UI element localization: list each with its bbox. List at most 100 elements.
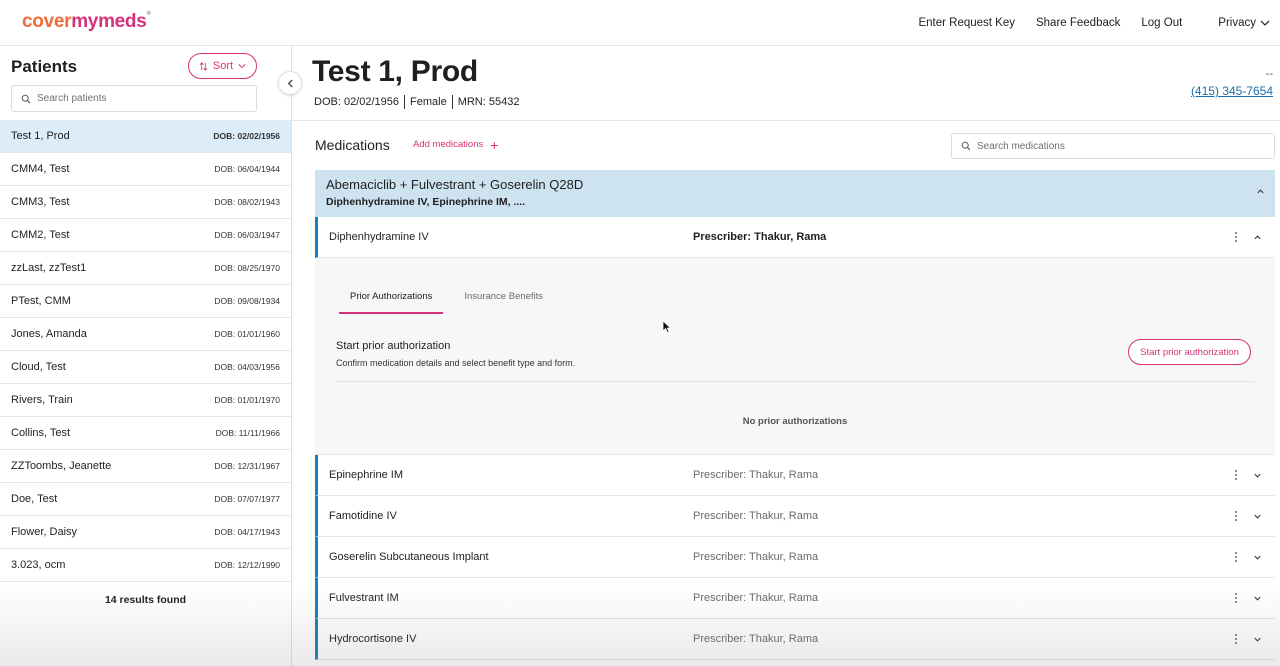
- kebab-icon[interactable]: [1230, 509, 1242, 523]
- medication-search-input[interactable]: [977, 140, 1257, 152]
- chevron-up-icon[interactable]: [1256, 187, 1265, 196]
- medication-row[interactable]: Epinephrine IM Prescriber: Thakur, Rama: [315, 455, 1275, 496]
- patient-list: Test 1, Prod DOB: 02/02/1956 CMM4, Test DO…: [0, 120, 291, 582]
- patient-name: Flower, Daisy: [11, 526, 78, 538]
- log-out-link[interactable]: Log Out: [1141, 17, 1182, 29]
- patient-name: 3.023, ocm: [11, 559, 66, 571]
- medication-row[interactable]: Hydrocortisone IV Prescriber: Thakur, Ra…: [315, 619, 1275, 660]
- patient-row[interactable]: CMM2, Test DOB: 06/03/1947: [0, 219, 291, 252]
- medication-name: Goserelin Subcutaneous Implant: [329, 551, 489, 563]
- medication-row[interactable]: Fulvestrant IM Prescriber: Thakur, Rama: [315, 578, 1275, 619]
- start-pa-title: Start prior authorization: [336, 340, 451, 352]
- chevron-left-icon: [287, 78, 293, 88]
- patient-row-selected[interactable]: Test 1, Prod DOB: 02/02/1956: [0, 120, 291, 153]
- collapse-sidebar-button[interactable]: [278, 71, 302, 95]
- privacy-menu[interactable]: Privacy: [1218, 17, 1270, 29]
- chevron-down-icon[interactable]: [1253, 553, 1262, 562]
- patient-dob: DOB: 02/02/1956: [213, 131, 280, 141]
- patient-search-box: [11, 85, 257, 112]
- patients-sidebar: Patients Sort Test 1, Prod DOB: 02/02/195…: [0, 46, 292, 666]
- patient-row[interactable]: Collins, Test DOB: 11/11/1966: [0, 417, 291, 450]
- chevron-down-icon: [238, 64, 246, 69]
- patient-row[interactable]: Cloud, Test DOB: 04/03/1956: [0, 351, 291, 384]
- patient-dob: DOB: 04/17/1943: [214, 527, 280, 537]
- patient-name: Collins, Test: [11, 427, 71, 439]
- sort-icon: [199, 61, 208, 71]
- start-prior-authorization-button[interactable]: Start prior authorization: [1128, 339, 1251, 365]
- cursor-icon: [662, 320, 672, 339]
- patient-row[interactable]: Rivers, Train DOB: 01/01/1970: [0, 384, 291, 417]
- kebab-icon[interactable]: [1230, 591, 1242, 605]
- patient-search-input[interactable]: [37, 93, 237, 104]
- patient-name: Rivers, Train: [11, 394, 73, 406]
- patient-row[interactable]: ZZToombs, Jeanette DOB: 12/31/1967: [0, 450, 291, 483]
- patient-row[interactable]: 3.023, ocm DOB: 12/12/1990: [0, 549, 291, 582]
- chevron-down-icon[interactable]: [1253, 594, 1262, 603]
- medication-prescriber: Prescriber: Thakur, Rama: [693, 231, 827, 243]
- medication-name: Epinephrine IM: [329, 469, 403, 481]
- patient-name: ZZToombs, Jeanette: [11, 460, 112, 472]
- chevron-up-icon[interactable]: [1253, 233, 1262, 242]
- medication-details-panel: Prior Authorizations Insurance Benefits …: [315, 258, 1275, 455]
- regimen-subtitle: Diphenhydramine IV, Epinephrine IM, ....: [326, 196, 526, 208]
- chevron-down-icon[interactable]: [1253, 512, 1262, 521]
- top-bar: covermymeds® Enter Request Key Share Fee…: [0, 0, 1280, 46]
- tab-insurance-benefits[interactable]: Insurance Benefits: [453, 291, 554, 314]
- kebab-icon[interactable]: [1230, 468, 1242, 482]
- patient-dob: DOB: 01/01/1970: [214, 395, 280, 405]
- medication-row-open[interactable]: Diphenhydramine IV Prescriber: Thakur, R…: [315, 217, 1275, 258]
- patient-name: Jones, Amanda: [11, 328, 87, 340]
- sort-label: Sort: [212, 60, 234, 72]
- kebab-icon[interactable]: [1230, 632, 1242, 646]
- medication-row[interactable]: Famotidine IV Prescriber: Thakur, Rama: [315, 496, 1275, 537]
- kebab-icon[interactable]: [1230, 550, 1242, 564]
- patient-row[interactable]: zzLast, zzTest1 DOB: 08/25/1970: [0, 252, 291, 285]
- enter-request-key-link[interactable]: Enter Request Key: [918, 17, 1015, 29]
- patient-dob: DOB: 01/01/1960: [214, 329, 280, 339]
- medication-search-box: [951, 133, 1275, 159]
- patient-row[interactable]: Doe, Test DOB: 07/07/1977: [0, 483, 291, 516]
- medication-prescriber: Prescriber: Thakur, Rama: [693, 510, 819, 522]
- results-count: 14 results found: [104, 594, 187, 606]
- patient-row[interactable]: Flower, Daisy DOB: 04/17/1943: [0, 516, 291, 549]
- patient-row[interactable]: Jones, Amanda DOB: 01/01/1960: [0, 318, 291, 351]
- patient-dob: DOB: 08/25/1970: [214, 263, 280, 273]
- regimen-header[interactable]: Abemaciclib + Fulvestrant + Goserelin Q2…: [315, 170, 1275, 217]
- patient-phone-link[interactable]: (415) 345-7654: [1191, 84, 1273, 98]
- patient-row[interactable]: CMM3, Test DOB: 08/02/1943: [0, 186, 291, 219]
- medication-name: Hydrocortisone IV: [329, 633, 417, 645]
- patient-name: PTest, CMM: [11, 295, 71, 307]
- patient-dob: DOB: 04/03/1956: [214, 362, 280, 372]
- patient-dob: DOB: 07/07/1977: [214, 494, 280, 504]
- patient-dob: DOB: 08/02/1943: [214, 197, 280, 207]
- start-pa-subtitle: Confirm medication details and select be…: [336, 358, 576, 368]
- patient-dob: DOB: 11/11/1966: [215, 428, 280, 438]
- share-feedback-link[interactable]: Share Feedback: [1036, 17, 1120, 29]
- medication-name: Famotidine IV: [329, 510, 397, 522]
- kebab-icon[interactable]: [1230, 230, 1242, 244]
- medication-prescriber: Prescriber: Thakur, Rama: [693, 592, 819, 604]
- search-icon: [21, 94, 31, 104]
- covermymeds-logo[interactable]: covermymeds®: [22, 11, 151, 33]
- patient-sex: Female: [410, 96, 447, 108]
- patients-title: Patients: [11, 57, 78, 76]
- patient-dob: DOB: 12/31/1967: [214, 461, 280, 471]
- sort-button[interactable]: Sort: [188, 53, 257, 79]
- chevron-down-icon[interactable]: [1253, 635, 1262, 644]
- tab-prior-authorizations[interactable]: Prior Authorizations: [339, 291, 444, 314]
- patient-extra: --: [1265, 68, 1273, 80]
- medication-name: Fulvestrant IM: [329, 592, 399, 604]
- patient-row[interactable]: CMM4, Test DOB: 06/04/1944: [0, 153, 291, 186]
- medication-prescriber: Prescriber: Thakur, Rama: [693, 469, 819, 481]
- medication-row[interactable]: Goserelin Subcutaneous Implant Prescribe…: [315, 537, 1275, 578]
- search-icon: [961, 141, 971, 151]
- patient-row[interactable]: PTest, CMM DOB: 09/08/1934: [0, 285, 291, 318]
- add-medications-label: Add medications: [413, 139, 484, 150]
- logo-mark: ®: [146, 11, 151, 17]
- add-medications-button[interactable]: Add medications +: [413, 136, 499, 153]
- chevron-down-icon: [1260, 20, 1270, 26]
- logo-part2: mymeds: [71, 11, 147, 32]
- chevron-down-icon[interactable]: [1253, 471, 1262, 480]
- plus-icon: +: [490, 136, 499, 153]
- patient-dob: DOB: 12/12/1990: [214, 560, 280, 570]
